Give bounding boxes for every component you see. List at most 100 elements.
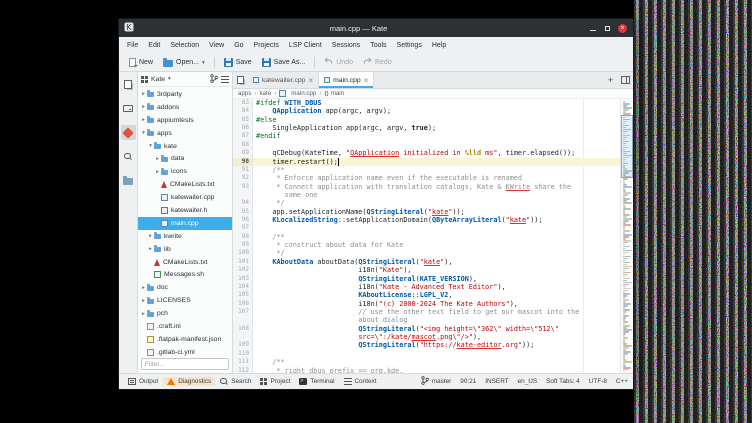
code-line-wrap[interactable]: src=\":/kate/mascot.png\"/>"),: [233, 333, 620, 341]
breadcrumb-item-main-cpp[interactable]: main.cpp: [279, 90, 316, 97]
statusbar-project-button[interactable]: Project: [256, 377, 294, 386]
project-name[interactable]: Kate: [151, 76, 165, 83]
code-line[interactable]: 105 KAboutLicense::LGPL_V2,: [233, 291, 620, 299]
tree-item-icons[interactable]: ▸icons: [138, 165, 232, 178]
redo-button[interactable]: Redo: [359, 56, 396, 69]
code-line-wrap[interactable]: same one: [233, 191, 620, 199]
menu-file[interactable]: File: [122, 40, 143, 51]
code-line[interactable]: 86 SingleApplication app(argc, argv, tru…: [233, 124, 620, 132]
statusbar-output-button[interactable]: Output: [124, 377, 162, 386]
minimap-view-rect[interactable]: [621, 115, 633, 178]
statusbar-soft-tabs-4[interactable]: Soft Tabs: 4: [546, 378, 580, 385]
expand-arrow-icon[interactable]: ▸: [140, 91, 147, 97]
menu-edit[interactable]: Edit: [143, 40, 165, 51]
tree-item-craft-ini[interactable]: .craft.ini: [138, 320, 232, 333]
code-line[interactable]: 92 * Enforce application name even if th…: [233, 174, 620, 182]
code-line[interactable]: 89 qCDebug(KateTime, "QApplication initi…: [233, 149, 620, 157]
code-line[interactable]: 107 // use the other text field to get o…: [233, 308, 620, 316]
tree-item-addons[interactable]: ▸addons: [138, 101, 232, 114]
statusbar-en-us[interactable]: en_US: [518, 378, 538, 385]
new-button[interactable]: New: [125, 57, 157, 68]
tab-katewaiter-cpp[interactable]: katewaiter.cpp: [248, 72, 319, 88]
tree-item-cmakelists-txt[interactable]: CMakeLists.txt: [138, 178, 232, 191]
statusbar-90-21[interactable]: 90:21: [460, 378, 476, 385]
code-line[interactable]: 111 /**: [233, 358, 620, 366]
breadcrumb[interactable]: appskatemain.cppmain: [233, 89, 633, 99]
statusbar-diagnostics-button[interactable]: Diagnostics: [163, 377, 215, 386]
sidebar-tool-filesystem[interactable]: [121, 101, 136, 116]
expand-arrow-icon[interactable]: ▸: [147, 233, 154, 239]
statusbar-context-button[interactable]: Context: [340, 377, 381, 386]
tree-item-kwrite[interactable]: ▸kwrite: [138, 230, 232, 243]
code-line[interactable]: 85#else: [233, 116, 620, 124]
maximize-button[interactable]: [602, 23, 613, 34]
statusbar-insert[interactable]: INSERT: [485, 378, 508, 385]
code-line[interactable]: 109 QStringLiteral("https://kate-editor.…: [233, 341, 620, 349]
save-button[interactable]: Save: [220, 57, 256, 68]
tree-filter-input[interactable]: [141, 358, 229, 370]
tree-item-doc[interactable]: ▸doc: [138, 281, 232, 294]
sidebar-tool-search-and-replace[interactable]: [121, 149, 136, 164]
code-line[interactable]: 94 */: [233, 199, 620, 207]
code-line[interactable]: 103 QStringLiteral(KATE_VERSION),: [233, 275, 620, 283]
statusbar-search-button[interactable]: Search: [216, 377, 255, 387]
menu-lsp-client[interactable]: LSP Client: [284, 40, 327, 51]
project-menu-icon[interactable]: [221, 76, 229, 83]
code-line[interactable]: 108 QStringLiteral("<img height=\"362\" …: [233, 325, 620, 333]
tree-item-lib[interactable]: ▸lib: [138, 243, 232, 256]
chevron-down-icon[interactable]: [168, 76, 171, 82]
split-view-button[interactable]: [618, 72, 633, 88]
code-line[interactable]: 112 * right dbus prefix == org.kde.: [233, 367, 620, 374]
tree-item-cmakelists-txt[interactable]: CMakeLists.txt: [138, 256, 232, 269]
tree-item-katewaiter-cpp[interactable]: katewaiter.cpp: [138, 191, 232, 204]
code-line[interactable]: 100 */: [233, 249, 620, 257]
tree-item-gitlab-ci-yml[interactable]: .gitlab-ci.yml: [138, 346, 232, 356]
statusbar-master[interactable]: master: [421, 376, 452, 387]
code-line[interactable]: 90 timer.restart();: [233, 158, 620, 166]
code-line[interactable]: 91 /**: [233, 166, 620, 174]
code-line[interactable]: 102 i18n("Kate"),: [233, 266, 620, 274]
collapse-arrow-icon[interactable]: ▾: [147, 143, 154, 149]
tree-item-data[interactable]: ▸data: [138, 152, 232, 165]
sidebar-tool-documents[interactable]: [121, 77, 136, 92]
undo-button[interactable]: Undo: [320, 56, 357, 69]
expand-arrow-icon[interactable]: ▸: [140, 311, 147, 317]
expand-arrow-icon[interactable]: ▸: [140, 298, 147, 304]
tree-item-main-cpp[interactable]: main.cpp: [138, 217, 232, 230]
code-line[interactable]: 104 i18n("Kate - Advanced Text Editor"),: [233, 283, 620, 291]
code-line[interactable]: 98 /**: [233, 233, 620, 241]
menu-go[interactable]: Go: [229, 40, 248, 51]
tree-item-apps[interactable]: ▾apps: [138, 127, 232, 140]
expand-arrow-icon[interactable]: ▸: [154, 169, 161, 175]
code-line[interactable]: 110: [233, 350, 620, 358]
git-checkout-button[interactable]: [210, 74, 218, 85]
expand-arrow-icon[interactable]: ▸: [140, 104, 147, 110]
expand-arrow-icon[interactable]: ▸: [147, 246, 154, 252]
menu-settings[interactable]: Settings: [392, 40, 427, 51]
code-view[interactable]: 83#ifdef WITH_DBUS84 QApplication app(ar…: [233, 99, 620, 373]
breadcrumb-item-kate[interactable]: kate: [259, 90, 271, 97]
minimap[interactable]: [620, 99, 633, 373]
statusbar-utf-8[interactable]: UTF-8: [589, 378, 607, 385]
code-line[interactable]: 93 * Connect application with translatio…: [233, 183, 620, 191]
code-line[interactable]: 87#endif: [233, 132, 620, 140]
menu-selection[interactable]: Selection: [165, 40, 204, 51]
expand-arrow-icon[interactable]: ▸: [140, 117, 147, 123]
collapse-arrow-icon[interactable]: ▾: [140, 130, 147, 136]
save-as-button[interactable]: Save As...: [258, 57, 310, 68]
code-line[interactable]: 95 app.setApplicationName(QStringLiteral…: [233, 208, 620, 216]
tree-item-katewaiter-h[interactable]: katewaiter.h: [138, 204, 232, 217]
code-line[interactable]: 106 i18n("(c) 2000-2024 The Kate Authors…: [233, 300, 620, 308]
expand-arrow-icon[interactable]: ▸: [154, 156, 161, 162]
breadcrumb-item-apps[interactable]: apps: [238, 90, 251, 97]
menu-tools[interactable]: Tools: [365, 40, 391, 51]
tree-item-pch[interactable]: ▸pch: [138, 307, 232, 320]
tab-close-icon[interactable]: [364, 76, 369, 85]
open-button[interactable]: Open...: [159, 57, 209, 68]
new-tab-button[interactable]: [603, 72, 618, 88]
tree-item-3rdparty[interactable]: ▸3rdparty: [138, 88, 232, 101]
statusbar-c[interactable]: C++: [616, 378, 628, 385]
code-line[interactable]: 83#ifdef WITH_DBUS: [233, 99, 620, 107]
code-line-wrap[interactable]: about dialog: [233, 316, 620, 324]
code-line[interactable]: 96 KLocalizedString::setApplicationDomai…: [233, 216, 620, 224]
